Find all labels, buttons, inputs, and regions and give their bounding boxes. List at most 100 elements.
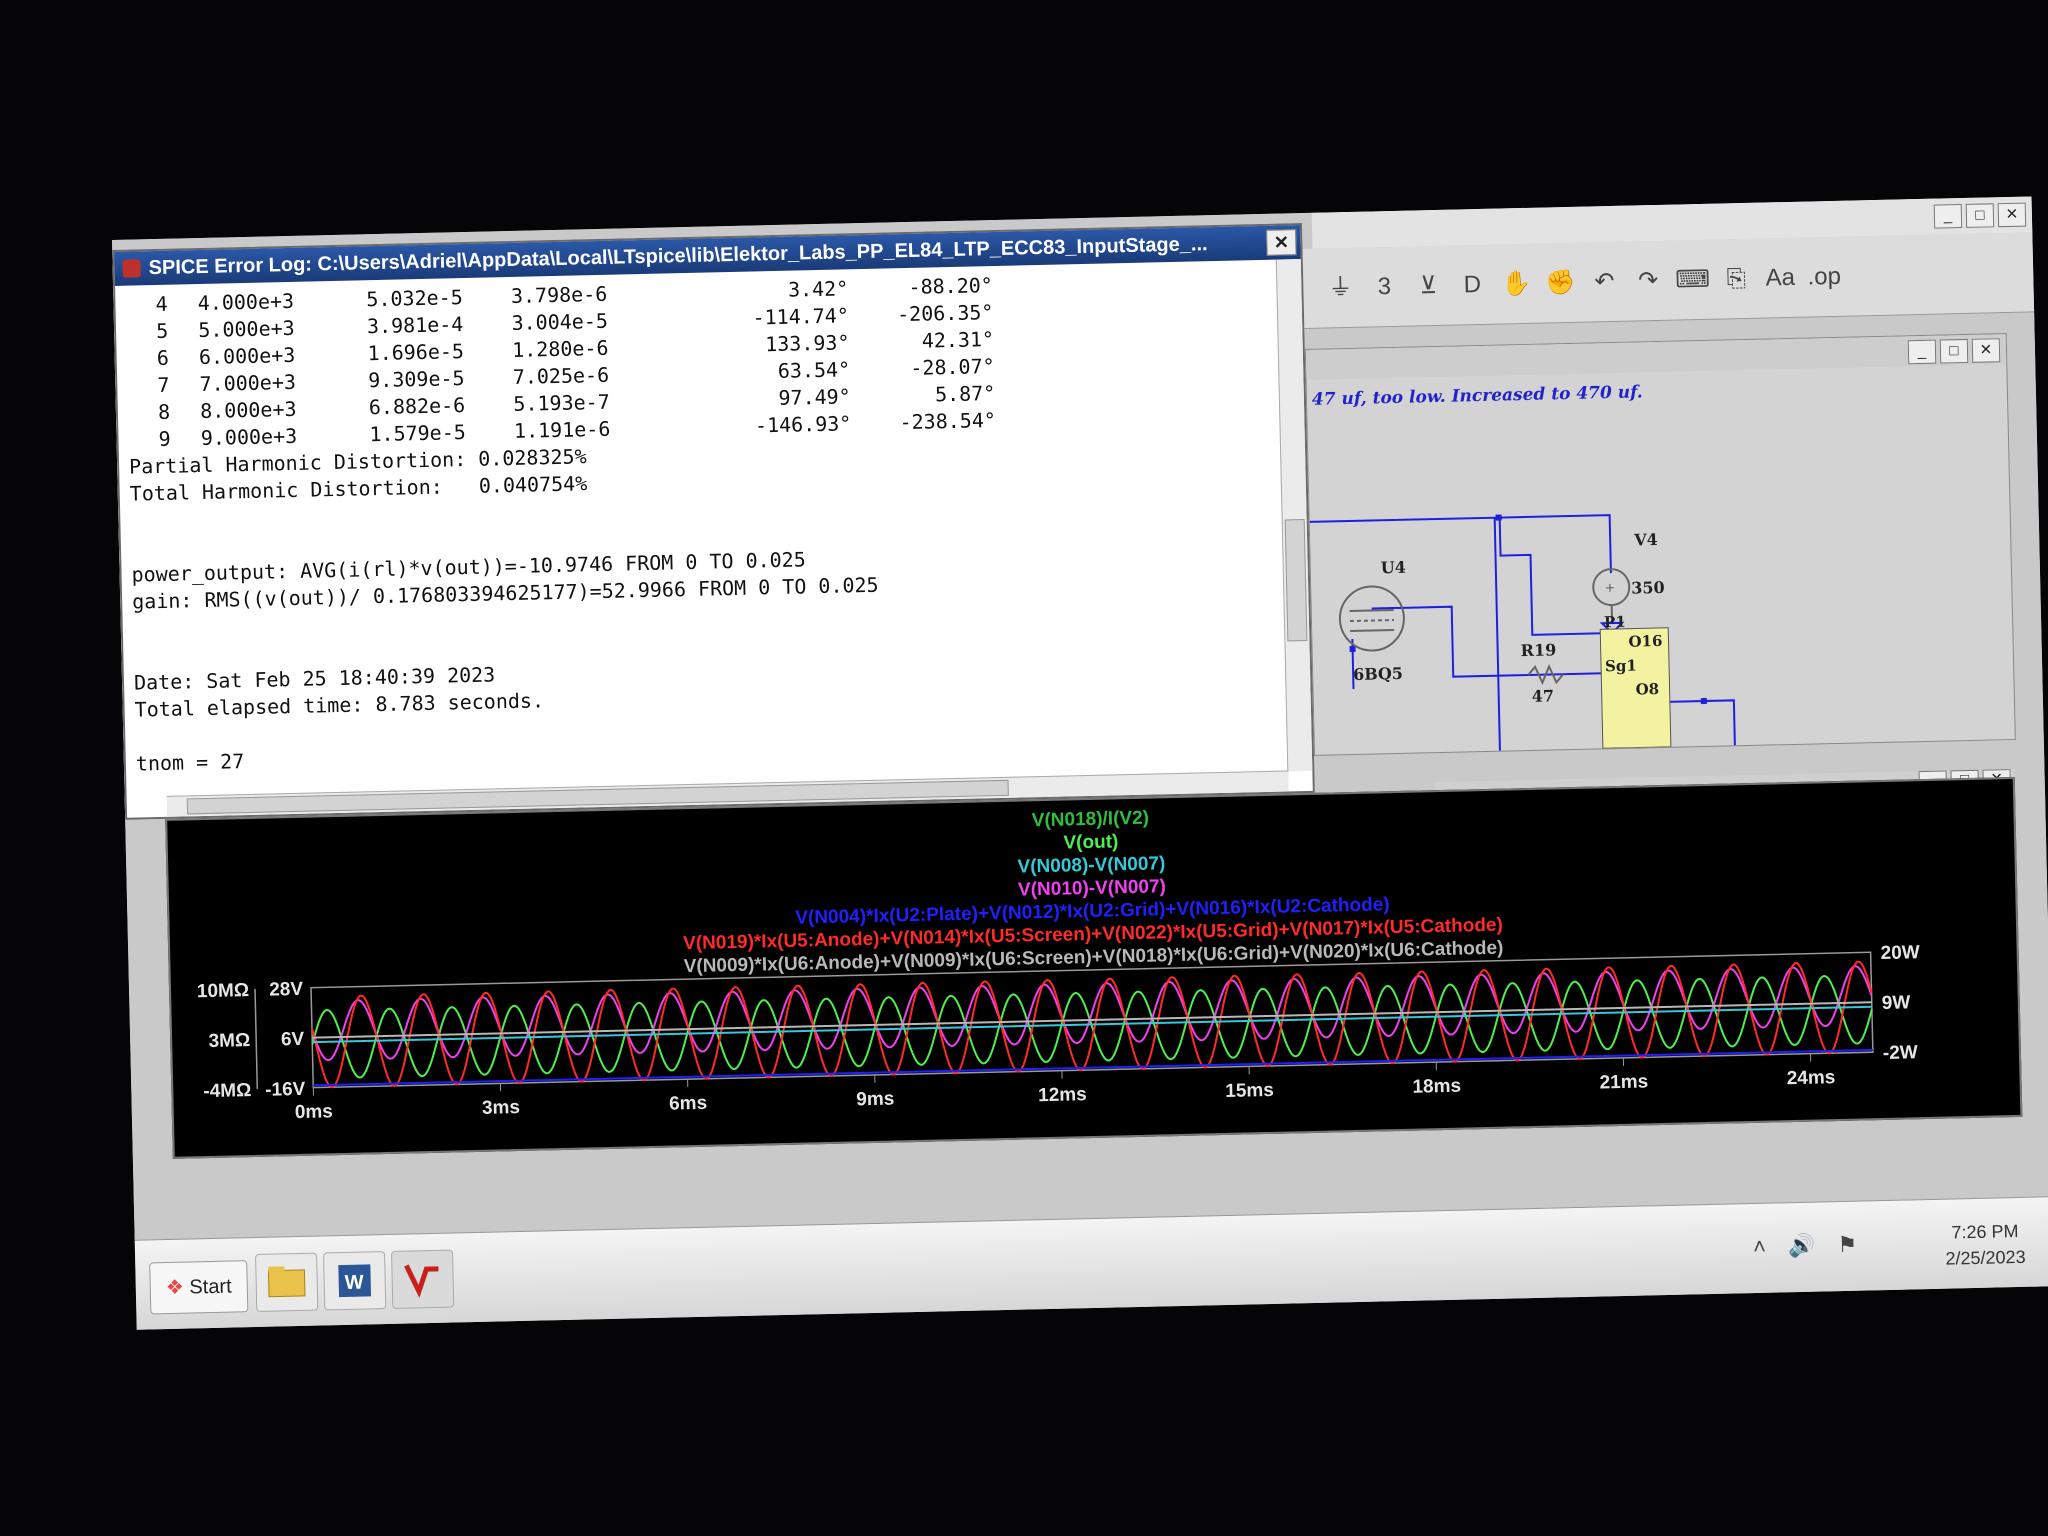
main-window-controls: _ □ ✕ (1933, 202, 2027, 229)
spice-directive-icon[interactable]: ⎘ (1719, 261, 1754, 296)
y-tick-label-watt: 9W (1882, 992, 1911, 1014)
harmonic-norm-phase-cell: -28.07° (910, 354, 995, 380)
svg-text:W: W (344, 1272, 363, 1294)
inductor-icon[interactable]: 3 (1367, 269, 1402, 304)
harmonic-normalized-cell: 7.025e-6 (512, 362, 610, 389)
harmonic-freq-cell: 4.000e+3 (197, 288, 295, 316)
outer-y-axis (254, 988, 259, 1089)
x-tick-label: 0ms (295, 1101, 333, 1123)
vertical-scroll-thumb[interactable] (1284, 519, 1308, 642)
harmonic-norm-phase-cell: 42.31° (921, 327, 995, 353)
x-tick-label: 9ms (856, 1088, 894, 1110)
y-tick-label-ohm: 10MΩ (197, 980, 250, 1002)
y-tick-label-volt: 6V (281, 1029, 305, 1051)
harmonic-normalized-cell: 3.798e-6 (510, 281, 608, 308)
harmonic-fourier-cell: 3.981e-4 (366, 312, 464, 339)
harmonic-n-cell: 6 (156, 345, 170, 371)
harmonic-n-cell: 4 (155, 291, 168, 317)
spice-error-log-window: SPICE Error Log: C:\Users\Adriel\AppData… (112, 222, 1315, 820)
error-log-close-button[interactable]: ✕ (1266, 229, 1297, 256)
ground-icon[interactable]: ⏚ (1323, 270, 1358, 305)
harmonic-norm-phase-cell: -206.35° (896, 300, 994, 327)
redo-icon[interactable]: ↷ (1631, 263, 1666, 298)
harmonic-freq-cell: 9.000e+3 (200, 423, 298, 451)
harmonic-normalized-cell: 1.280e-6 (511, 335, 609, 362)
x-tick-label: 15ms (1225, 1080, 1274, 1102)
start-label: Start (189, 1275, 232, 1299)
svg-text:+: + (1605, 580, 1615, 597)
series-trace-0 (311, 975, 1873, 1079)
word-taskbar-icon[interactable]: W (323, 1251, 387, 1311)
y-tick-label-watt: 20W (1880, 942, 1920, 964)
p1-label: P1 (1603, 612, 1626, 632)
ltspice-taskbar-icon[interactable] (391, 1249, 455, 1309)
harmonic-n-cell: 7 (157, 372, 170, 398)
sg1-pin-label: Sg1 (1604, 656, 1638, 676)
ltspice-app-icon (122, 259, 141, 278)
series-trace-5 (312, 1001, 1872, 1039)
op-icon[interactable]: .op (1807, 259, 1842, 294)
schematic-window: _ □ ✕ 47 uf, too low. Increased to 470 u… (1304, 333, 2016, 756)
font-icon[interactable]: Aa (1763, 260, 1798, 295)
undo-icon[interactable]: ↶ (1587, 264, 1622, 299)
text-icon[interactable]: ⌨ (1675, 262, 1710, 297)
y-tick-label-watt: -2W (1883, 1042, 1918, 1064)
x-tick-label: 24ms (1787, 1067, 1836, 1089)
error-log-text[interactable]: 4 4.000e+3 5.032e-5 3.798e-6 3.42° -88.20° 5 5.… (125, 266, 1266, 772)
harmonic-norm-phase-cell: 5.87° (934, 381, 996, 407)
waveform-viewer[interactable]: V(N018)/I(V2) V(out) V(N008)-V(N007) V(N010… (165, 776, 2023, 1159)
folder-icon (267, 1266, 306, 1298)
harmonic-fourier-cell: 9.309e-5 (367, 366, 465, 393)
harmonic-freq-cell: 6.000e+3 (198, 342, 296, 370)
monitor-screen: _ □ ✕ ⏚ 3 ⊻ D ✋ ✊ ↶ ↷ ⌨ ⎘ Aa .op _ □ ✕ 47 uf, too l… (112, 196, 2048, 1330)
harmonic-phase-cell: 133.93° (764, 330, 850, 357)
diode-icon[interactable]: ⊻ (1411, 268, 1446, 303)
o8-pin-label: O8 (1635, 680, 1660, 699)
schematic-canvas[interactable]: + (1306, 334, 2015, 755)
minimize-button[interactable]: _ (1933, 204, 1963, 229)
harmonic-phase-cell: 3.42° (787, 276, 849, 302)
harmonic-norm-phase-cell: -88.20° (908, 273, 994, 299)
harmonic-normalized-cell: 3.004e-5 (511, 308, 609, 335)
r19-label: R19 (1520, 640, 1557, 661)
explorer-taskbar-icon[interactable] (255, 1252, 319, 1313)
harmonic-normalized-cell: 1.191e-6 (513, 416, 611, 443)
harmonic-n-cell: 9 (158, 426, 171, 451)
x-tick-label: 6ms (669, 1093, 707, 1115)
harmonic-normalized-cell: 5.193e-7 (513, 389, 610, 416)
component-icon[interactable]: D (1455, 267, 1490, 302)
start-button[interactable]: ❖ Start (149, 1260, 249, 1315)
o16-pin-label: O16 (1628, 631, 1663, 651)
restore-button[interactable]: □ (1965, 203, 1995, 228)
word-icon: W (338, 1264, 372, 1298)
system-tray-icons[interactable]: ˄ 🔊 ⚑ (1753, 1231, 1866, 1260)
r19-value: 47 (1531, 686, 1555, 706)
hand-drag-icon[interactable]: ✋ (1499, 266, 1534, 301)
harmonic-n-cell: 5 (155, 318, 169, 344)
y-tick-label-ohm: 3MΩ (208, 1030, 250, 1052)
x-tick-label: 21ms (1599, 1071, 1648, 1093)
harmonic-n-cell: 8 (157, 399, 171, 424)
harmonic-phase-cell: 63.54° (777, 357, 851, 383)
harmonic-fourier-cell: 1.579e-5 (369, 420, 467, 447)
harmonic-phase-cell: -146.93° (754, 411, 852, 438)
harmonic-fourier-cell: 5.032e-5 (366, 285, 463, 312)
u4-label: U4 (1380, 557, 1407, 578)
harmonic-fourier-cell: 1.696e-5 (367, 339, 465, 366)
x-tick-label: 3ms (482, 1097, 520, 1119)
harmonic-fourier-cell: 6.882e-6 (368, 393, 466, 420)
ltspice-icon (404, 1264, 439, 1298)
clock-date: 2/25/2023 (1945, 1246, 2026, 1269)
y-tick-label-volt: -16V (265, 1079, 306, 1101)
x-tick-label: 12ms (1038, 1084, 1087, 1106)
y-tick-label-volt: 28V (269, 979, 304, 1001)
harmonic-phase-cell: -114.74° (752, 303, 850, 330)
toolbar: ⏚ 3 ⊻ D ✋ ✊ ↶ ↷ ⌨ ⎘ Aa .op (1302, 232, 2035, 329)
tube-model-label: 6BQ5 (1352, 663, 1404, 684)
hand-move-icon[interactable]: ✊ (1543, 265, 1578, 300)
harmonic-freq-cell: 8.000e+3 (199, 396, 297, 424)
harmonic-phase-cell: 97.49° (778, 384, 851, 410)
clock[interactable]: 7:26 PM 2/25/2023 (1945, 1218, 2026, 1272)
v4-value: 350 (1631, 577, 1665, 598)
close-button[interactable]: ✕ (1997, 202, 2027, 228)
